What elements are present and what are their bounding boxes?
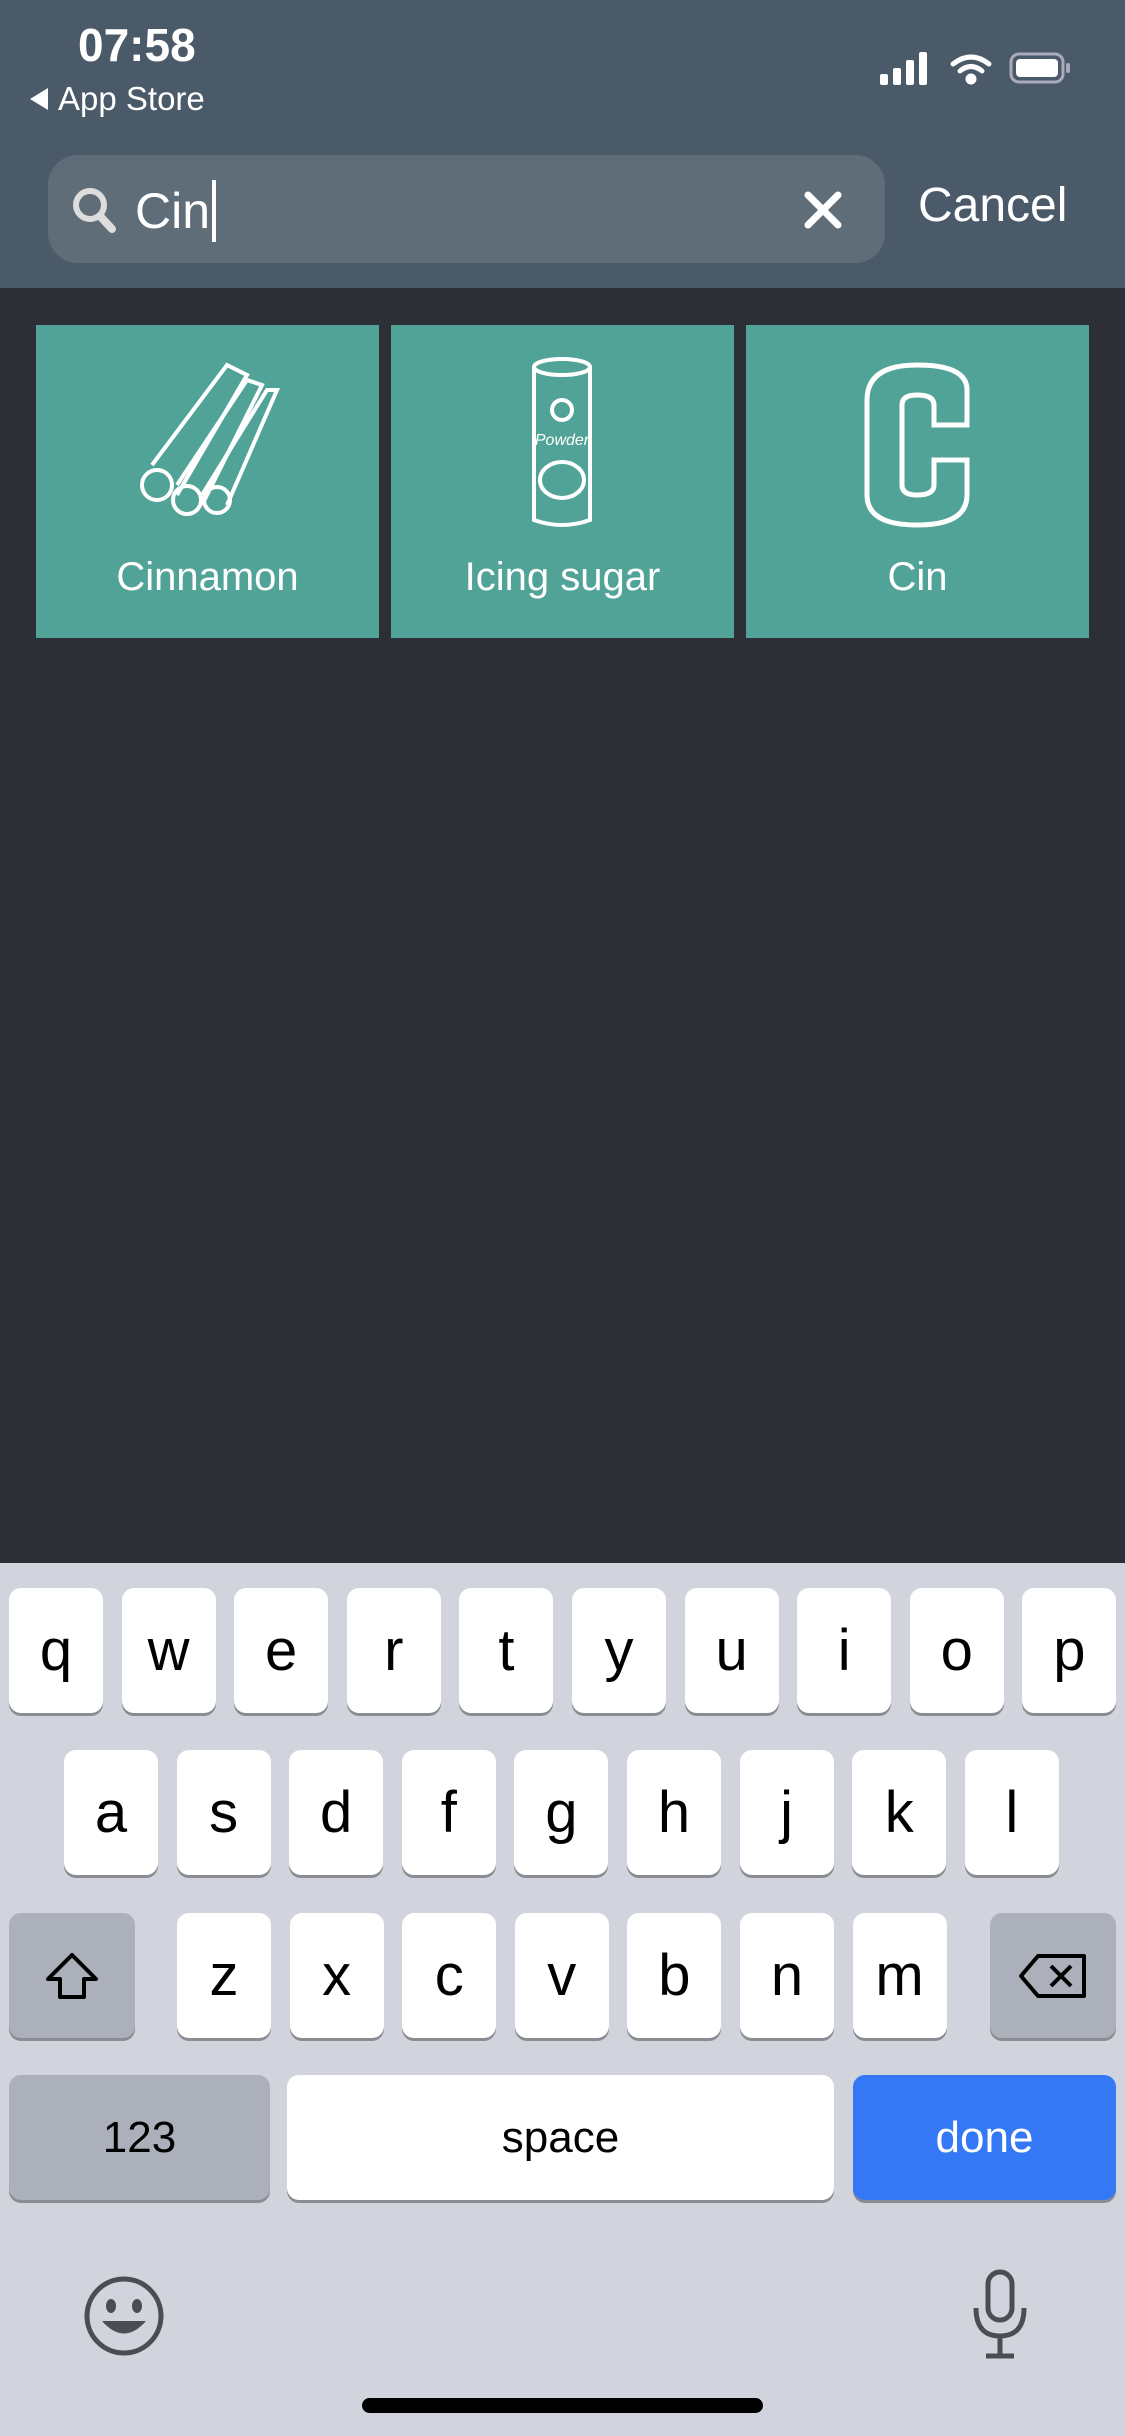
search-input[interactable]: Cin (135, 180, 217, 242)
text-caret (212, 180, 217, 242)
cinnamon-sticks-icon (140, 362, 281, 516)
search-value: Cin (135, 183, 211, 239)
result-label: Cinnamon (116, 555, 299, 599)
delete-icon (1019, 1953, 1086, 1998)
key-l[interactable]: l (964, 1750, 1059, 1875)
clear-search-icon[interactable] (803, 190, 843, 230)
space-key[interactable]: space (287, 2075, 834, 2200)
done-key[interactable]: done (853, 2075, 1116, 2200)
result-label: Icing sugar (464, 555, 661, 599)
back-triangle-icon (30, 88, 48, 110)
status-time: 07:58 (78, 19, 196, 71)
key-z[interactable]: z (177, 1913, 271, 2038)
key-y[interactable]: y (572, 1588, 666, 1713)
result-label: Cin (887, 555, 948, 599)
key-t[interactable]: t (459, 1588, 554, 1713)
back-label: App Store (58, 80, 205, 117)
wifi-icon (950, 54, 992, 85)
key-n[interactable]: n (740, 1913, 834, 2038)
powder-label: Powder (535, 432, 590, 449)
cancel-button[interactable]: Cancel (918, 178, 1067, 233)
key-d[interactable]: d (289, 1750, 384, 1875)
key-b[interactable]: b (627, 1913, 722, 2038)
status-icons (880, 52, 1070, 85)
key-u[interactable]: u (684, 1588, 779, 1713)
key-h[interactable]: h (627, 1750, 721, 1875)
key-w[interactable]: w (121, 1588, 216, 1713)
home-indicator[interactable] (362, 2398, 763, 2413)
signal-icon (880, 52, 927, 85)
key-a[interactable]: a (64, 1750, 158, 1875)
key-v[interactable]: v (514, 1913, 609, 2038)
result-tile-icing-sugar[interactable]: Powder Icing sugar (391, 325, 734, 638)
powder-shaker-icon: Powder (532, 357, 592, 527)
key-i[interactable]: i (797, 1588, 892, 1713)
key-o[interactable]: o (909, 1588, 1004, 1713)
shift-icon (46, 1952, 98, 1999)
emoji-icon[interactable] (82, 2274, 166, 2358)
back-to-app-store[interactable]: App Store (30, 80, 205, 118)
key-f[interactable]: f (401, 1750, 496, 1875)
result-tile-cinnamon[interactable]: Cinnamon (36, 325, 379, 638)
key-e[interactable]: e (234, 1588, 329, 1713)
key-j[interactable]: j (739, 1750, 834, 1875)
key-p[interactable]: p (1022, 1588, 1117, 1713)
key-k[interactable]: k (852, 1750, 947, 1875)
shift-key[interactable] (9, 1913, 135, 2038)
letter-c-icon (864, 362, 970, 528)
microphone-icon[interactable] (970, 2268, 1030, 2362)
key-c[interactable]: c (402, 1913, 497, 2038)
key-x[interactable]: x (289, 1913, 384, 2038)
key-q[interactable]: q (9, 1588, 103, 1713)
key-g[interactable]: g (514, 1750, 609, 1875)
key-r[interactable]: r (346, 1588, 441, 1713)
result-tile-cin[interactable]: Cin (746, 325, 1089, 638)
battery-icon (1009, 52, 1070, 84)
delete-key[interactable] (990, 1913, 1116, 2038)
numbers-key[interactable]: 123 (9, 2075, 270, 2200)
key-m[interactable]: m (852, 1913, 947, 2038)
key-s[interactable]: s (176, 1750, 271, 1875)
search-icon (73, 188, 116, 233)
